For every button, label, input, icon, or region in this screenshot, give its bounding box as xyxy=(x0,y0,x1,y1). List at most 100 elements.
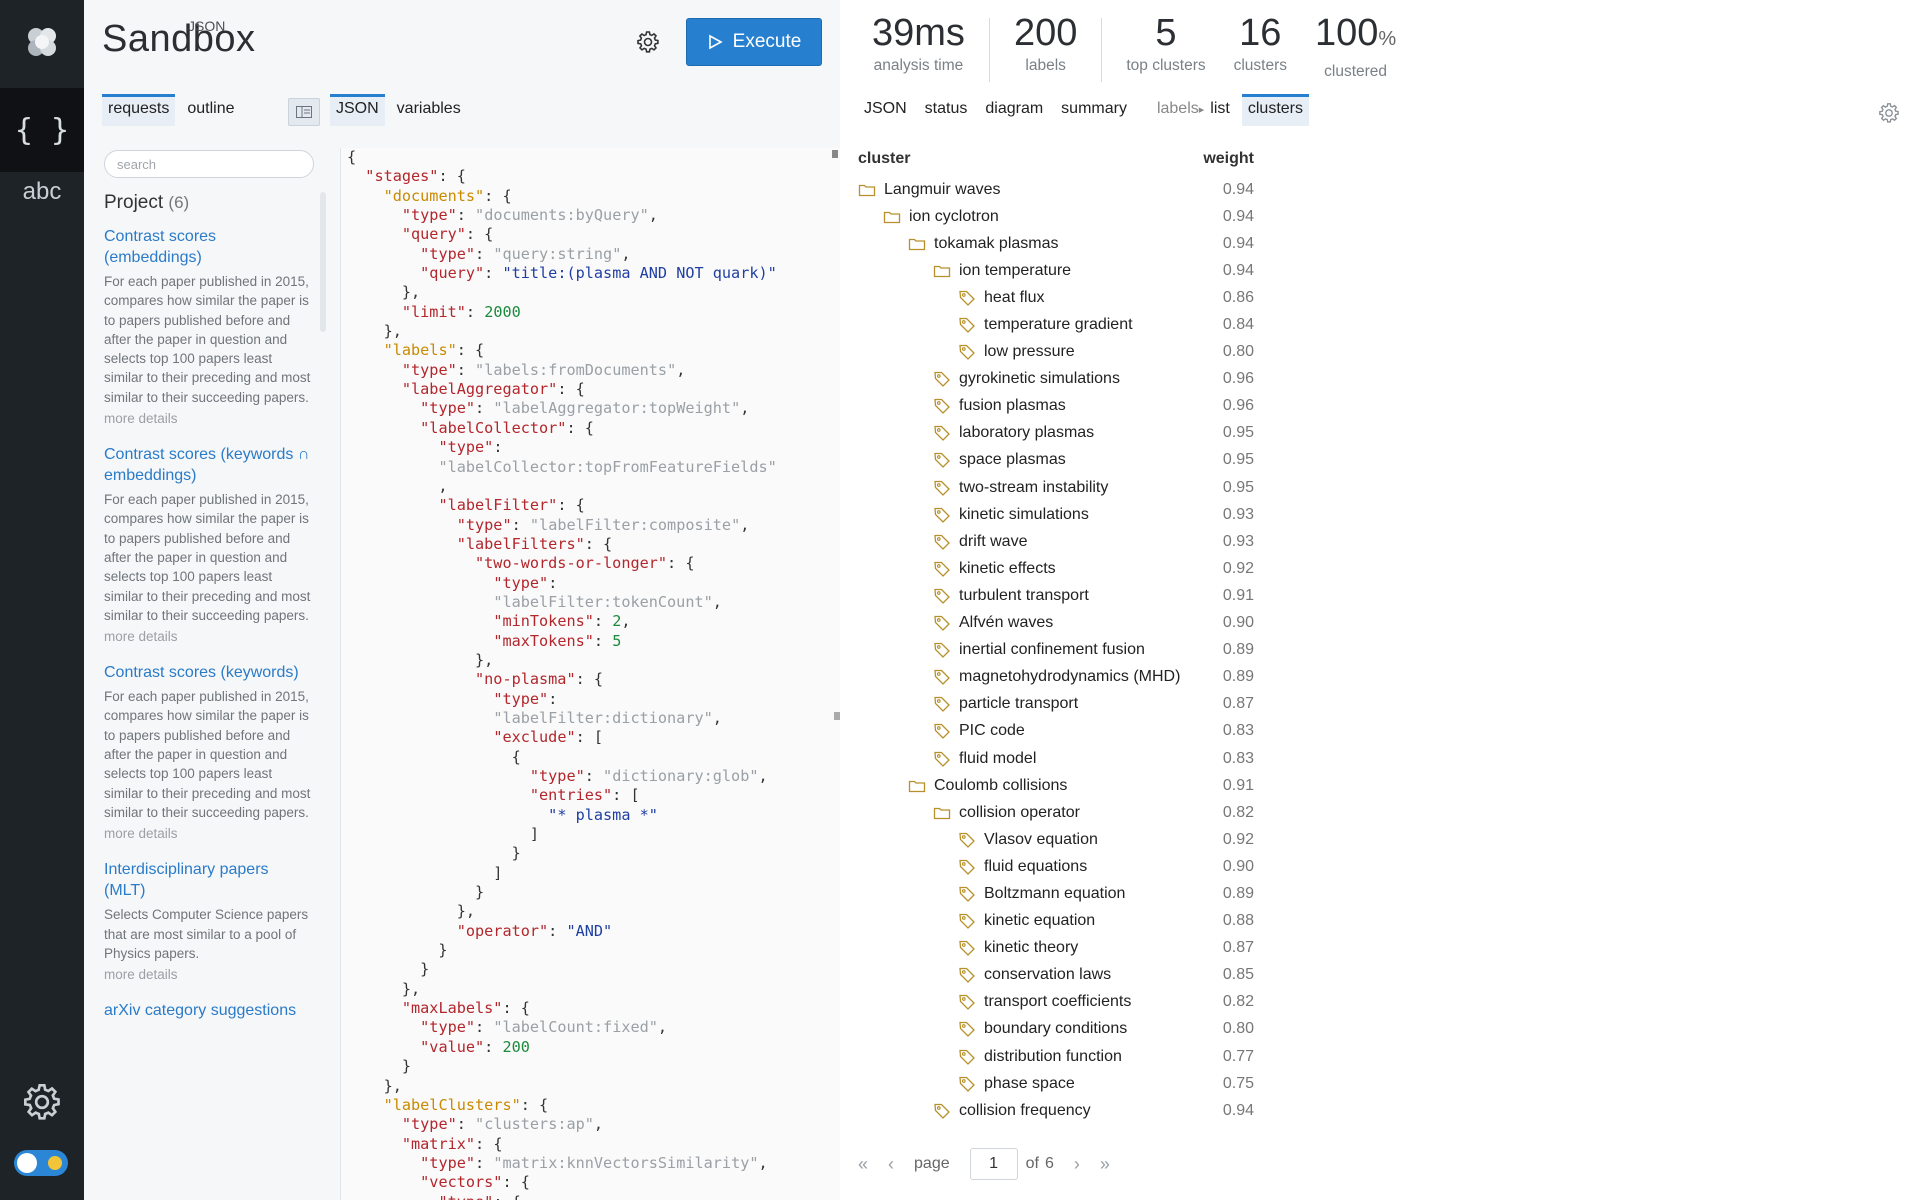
scroll-thumb[interactable] xyxy=(832,150,838,158)
cluster-label: fusion plasmas xyxy=(959,397,1066,415)
table-row[interactable]: collision operator 0.82 xyxy=(858,799,1258,826)
table-row[interactable]: collision frequency 0.94 xyxy=(858,1097,1258,1124)
panel-toggle-icon[interactable] xyxy=(288,98,320,126)
tab-diagram[interactable]: diagram xyxy=(979,96,1049,126)
project-item-title[interactable]: Contrast scores (keywords) xyxy=(104,662,314,683)
code-token: "dictionary:glob" xyxy=(603,767,759,785)
search-input[interactable] xyxy=(104,150,314,178)
tab-requests[interactable]: requests xyxy=(102,94,176,126)
tab-list[interactable]: list xyxy=(1210,96,1236,126)
tab-status[interactable]: status xyxy=(919,96,974,126)
page-input[interactable] xyxy=(969,1148,1018,1180)
tab-clusters[interactable]: clusters xyxy=(1241,94,1310,126)
stat-unit: % xyxy=(1378,28,1397,50)
table-row[interactable]: temperature gradient 0.84 xyxy=(858,311,1258,338)
tab-json-result[interactable]: JSON xyxy=(858,96,913,126)
cluster-name-cell: fusion plasmas xyxy=(858,397,1066,415)
table-row[interactable]: magnetohydrodynamics (MHD) 0.89 xyxy=(858,664,1258,691)
table-row[interactable]: particle transport 0.87 xyxy=(858,691,1258,718)
table-row[interactable]: Vlasov equation 0.92 xyxy=(858,826,1258,853)
table-row[interactable]: space plasmas 0.95 xyxy=(858,447,1258,474)
stat-label: clustered xyxy=(1324,63,1388,80)
table-row[interactable]: boundary conditions 0.80 xyxy=(858,1016,1258,1043)
table-row[interactable]: ion cyclotron 0.94 xyxy=(858,203,1258,230)
execute-button[interactable]: Execute xyxy=(686,18,822,66)
table-row[interactable]: tokamak plasmas 0.94 xyxy=(858,230,1258,257)
table-row[interactable]: transport coefficients 0.82 xyxy=(858,989,1258,1016)
json-editor[interactable]: { "stages": { "documents": { "type": "do… xyxy=(340,148,840,1200)
cluster-label: turbulent transport xyxy=(959,586,1089,604)
first-page-icon[interactable]: « xyxy=(858,1154,868,1175)
table-row[interactable]: drift wave 0.93 xyxy=(858,528,1258,555)
table-row[interactable]: Alfvén waves 0.90 xyxy=(858,610,1258,637)
table-row[interactable]: laboratory plasmas 0.95 xyxy=(858,420,1258,447)
col-weight[interactable]: weight xyxy=(1203,150,1254,176)
list-item: arXiv category suggestions xyxy=(104,1000,314,1021)
gear-icon[interactable] xyxy=(22,1082,62,1122)
table-row[interactable]: two-stream instability 0.95 xyxy=(858,474,1258,501)
text-nav[interactable]: abc xyxy=(0,150,84,234)
code-token: "labelFilter" xyxy=(438,496,558,515)
theme-toggle[interactable] xyxy=(14,1150,68,1176)
project-count: (6) xyxy=(168,193,190,212)
prev-page-icon[interactable]: ‹ xyxy=(888,1154,894,1175)
table-row[interactable]: low pressure 0.80 xyxy=(858,339,1258,366)
table-row[interactable]: conservation laws 0.85 xyxy=(858,962,1258,989)
editor-scrollbar[interactable] xyxy=(832,148,840,1200)
more-details-link[interactable]: more details xyxy=(104,826,314,841)
table-row[interactable]: inertial confinement fusion 0.89 xyxy=(858,637,1258,664)
code-line: }, xyxy=(347,322,402,340)
table-row[interactable]: kinetic theory 0.87 xyxy=(858,935,1258,962)
gear-icon[interactable] xyxy=(1878,102,1900,124)
tab-labels[interactable]: labels▸ xyxy=(1151,96,1204,126)
table-row[interactable]: turbulent transport 0.91 xyxy=(858,582,1258,609)
stats-bar: 39ms analysis time 200 labels 5 top clus… xyxy=(858,10,1410,82)
play-icon xyxy=(708,34,723,50)
code-token: : { xyxy=(520,1095,549,1114)
table-row[interactable]: kinetic equation 0.88 xyxy=(858,908,1258,935)
table-row[interactable]: phase space 0.75 xyxy=(858,1070,1258,1097)
project-item-title[interactable]: Interdisciplinary papers (MLT) xyxy=(104,859,314,901)
table-row[interactable]: ion temperature 0.94 xyxy=(858,257,1258,284)
tag-icon xyxy=(933,668,951,686)
table-row[interactable]: kinetic simulations 0.93 xyxy=(858,501,1258,528)
more-details-link[interactable]: more details xyxy=(104,411,314,426)
next-page-icon[interactable]: › xyxy=(1074,1154,1080,1175)
table-row[interactable]: Langmuir waves 0.94 xyxy=(858,176,1258,203)
tab-outline[interactable]: outline xyxy=(181,96,240,126)
settings-gear-icon[interactable] xyxy=(636,30,660,54)
cluster-weight: 0.77 xyxy=(1222,1047,1254,1065)
table-row[interactable]: kinetic effects 0.92 xyxy=(858,555,1258,582)
tab-variables[interactable]: variables xyxy=(391,96,467,126)
stat-analysis-time: 39ms analysis time xyxy=(858,10,979,75)
result-tabs: JSON status diagram summary labels▸ list… xyxy=(858,94,1310,126)
project-item-title[interactable]: Contrast scores (keywords ∩ embeddings) xyxy=(104,444,314,486)
tab-summary[interactable]: summary xyxy=(1055,96,1133,126)
cluster-weight: 0.96 xyxy=(1222,370,1254,388)
col-cluster[interactable]: cluster xyxy=(858,150,910,176)
cluster-weight: 0.87 xyxy=(1222,695,1254,713)
tab-json[interactable]: JSON xyxy=(330,94,385,126)
table-row[interactable]: Coulomb collisions 0.91 xyxy=(858,772,1258,799)
more-details-link[interactable]: more details xyxy=(104,629,314,644)
table-row[interactable]: gyrokinetic simulations 0.96 xyxy=(858,366,1258,393)
stat-value: 5 xyxy=(1155,12,1177,54)
app-logo-icon[interactable] xyxy=(0,0,84,84)
more-details-link[interactable]: more details xyxy=(104,967,314,982)
table-row[interactable]: PIC code 0.83 xyxy=(858,718,1258,745)
table-row[interactable]: fluid equations 0.90 xyxy=(858,853,1258,880)
table-row[interactable]: distribution function 0.77 xyxy=(858,1043,1258,1070)
project-item-title[interactable]: arXiv category suggestions xyxy=(104,1000,314,1021)
tag-icon xyxy=(958,858,976,876)
stat-value: 200 xyxy=(1013,12,1078,54)
table-row[interactable]: Boltzmann equation 0.89 xyxy=(858,880,1258,907)
table-row[interactable]: heat flux 0.86 xyxy=(858,284,1258,311)
table-row[interactable]: fluid model 0.83 xyxy=(858,745,1258,772)
table-header: cluster weight xyxy=(858,150,1258,176)
project-item-title[interactable]: Contrast scores (embeddings) xyxy=(104,226,314,268)
table-row[interactable]: fusion plasmas 0.96 xyxy=(858,393,1258,420)
last-page-icon[interactable]: » xyxy=(1100,1154,1110,1175)
list-scrollbar[interactable] xyxy=(320,192,326,332)
